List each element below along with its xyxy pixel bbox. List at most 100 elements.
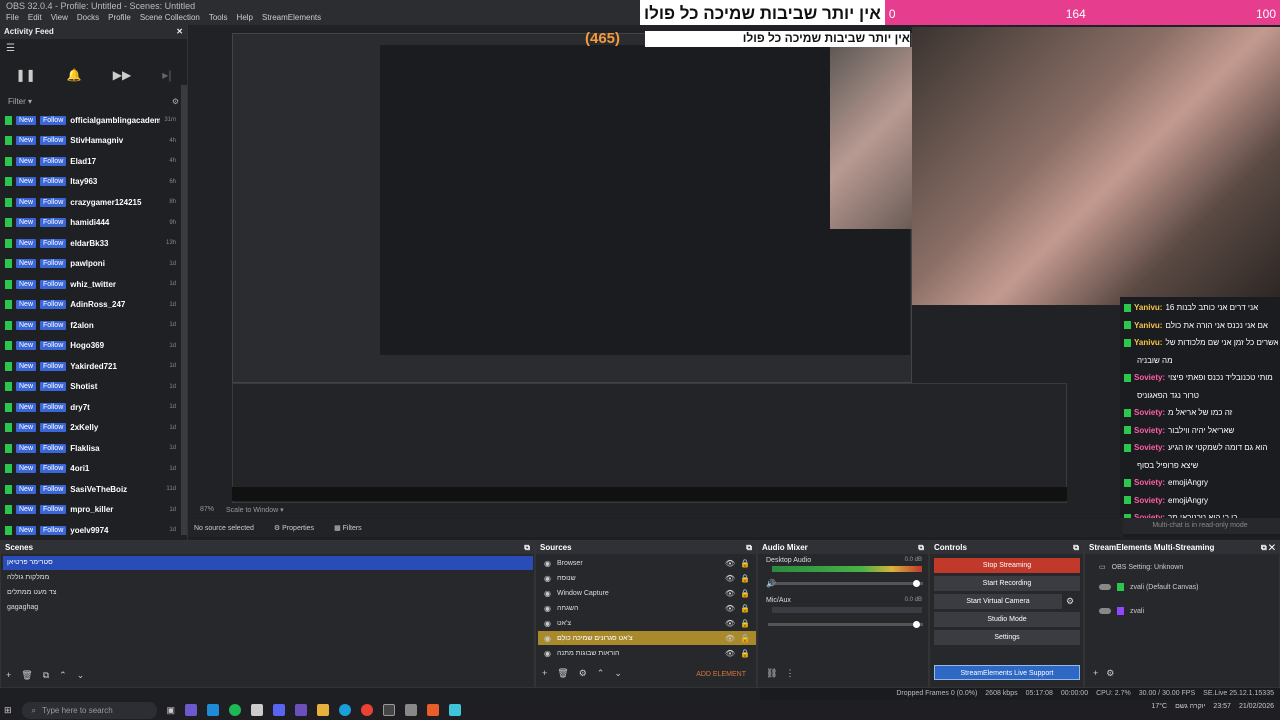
scene-item[interactable]: gagaghag	[3, 601, 533, 615]
source-item[interactable]: ◉ Browser 👁 🔒	[538, 556, 756, 570]
feed-item[interactable]: New Follow mpro_killer 1d	[0, 501, 182, 519]
app-icon[interactable]	[295, 704, 308, 716]
lock-icon[interactable]: 🔒	[735, 604, 750, 613]
feed-item[interactable]: New Follow officialgamblingacademy 31m	[0, 111, 182, 129]
feed-item[interactable]: New Follow crazygamer124215 8h	[0, 193, 182, 211]
menu-help[interactable]: Help	[237, 13, 253, 24]
eye-icon[interactable]: 👁	[725, 604, 735, 613]
feed-item[interactable]: New Follow Yakirded721 1d	[0, 357, 182, 375]
menu-tools[interactable]: Tools	[209, 13, 228, 24]
close-icon[interactable]: ⧉ ✕	[1261, 543, 1275, 552]
taskbar-search[interactable]: ⌕ Type here to search	[21, 701, 157, 719]
feed-item[interactable]: New Follow 2xKelly 1d	[0, 419, 182, 437]
source-item[interactable]: ◉ שנוסח 👁 🔒	[538, 571, 756, 585]
chat-user[interactable]: Sovietу:	[1134, 426, 1165, 435]
eye-icon[interactable]: 👁	[725, 574, 735, 583]
volume-knob-mic[interactable]	[913, 621, 920, 628]
chat-user[interactable]: Yanivu:	[1134, 338, 1162, 347]
filter-dropdown[interactable]: Filter ▾	[8, 97, 32, 107]
chat-user[interactable]: Sovietу:	[1134, 443, 1165, 452]
dock-undock-icon[interactable]: ⧉	[524, 543, 530, 552]
toggle[interactable]	[1099, 608, 1111, 614]
edge-icon[interactable]	[339, 704, 352, 716]
feed-item[interactable]: New Follow eldarBk33 13h	[0, 234, 182, 252]
lock-icon[interactable]: 🔒	[735, 574, 750, 583]
eye-icon[interactable]: 👁	[725, 619, 735, 628]
pause-icon[interactable]: ❚❚	[16, 68, 36, 82]
menu-streamelements[interactable]: StreamElements	[262, 13, 321, 24]
steam-icon[interactable]	[207, 704, 220, 716]
volume-slider-desktop[interactable]	[768, 582, 923, 585]
filter-icon[interactable]: ⧉	[43, 670, 49, 681]
app-icon[interactable]	[427, 704, 440, 716]
feed-item[interactable]: New Follow StivHamagniv 4h	[0, 132, 182, 150]
properties-button[interactable]: ⚙ Properties	[274, 524, 314, 532]
spotify-icon[interactable]	[229, 704, 242, 716]
menu-view[interactable]: View	[51, 13, 68, 24]
source-item[interactable]: ◉ הוראות שבוגות מתנה 👁 🔒	[538, 646, 756, 660]
dock-undock-icon[interactable]: ⧉	[918, 543, 924, 552]
discord-icon[interactable]	[273, 704, 286, 716]
lock-icon[interactable]: 🔒	[735, 649, 750, 658]
volume-knob-desktop[interactable]	[913, 580, 920, 587]
feed-item[interactable]: New Follow hamidi444 9h	[0, 214, 182, 232]
close-icon[interactable]: ✕	[176, 27, 183, 37]
chat-user[interactable]: Yanivu:	[1134, 303, 1162, 312]
source-item[interactable]: ◉ Window Capture 👁 🔒	[538, 586, 756, 600]
scene-item[interactable]: סטרימר פרטיאן	[3, 556, 533, 570]
start-recording-button[interactable]: Start Recording	[934, 576, 1080, 591]
feed-item[interactable]: New Follow Itay963 6h	[0, 173, 182, 191]
windows-start-icon[interactable]: ⊞	[4, 705, 12, 716]
volume-slider-mic[interactable]	[768, 623, 923, 626]
obs-icon[interactable]	[383, 704, 396, 716]
lock-icon[interactable]: 🔒	[735, 619, 750, 628]
chat-user[interactable]: Sovietу:	[1134, 496, 1165, 505]
feed-item[interactable]: New Follow whiz_twitter 1d	[0, 275, 182, 293]
eye-icon[interactable]: 👁	[725, 589, 735, 598]
more-icon[interactable]: ⋮	[785, 668, 794, 679]
lock-icon[interactable]: 🔒	[735, 589, 750, 598]
chrome-icon[interactable]	[361, 704, 374, 716]
skip-end-icon[interactable]: ▸|	[162, 68, 171, 82]
scene-item[interactable]: צד מעט ממתלים	[3, 586, 533, 600]
start-virtual-camera-button[interactable]: Start Virtual Camera	[934, 594, 1062, 609]
lock-icon[interactable]: 🔒	[735, 559, 750, 568]
add-icon[interactable]: +	[6, 670, 11, 681]
menu-docks[interactable]: Docks	[77, 13, 99, 24]
source-item[interactable]: ◉ צ'אט סגרונים שמיכה כולם 👁 🔒	[538, 631, 756, 645]
zoom-level[interactable]: 87%	[200, 506, 214, 514]
feed-item[interactable]: New Follow yoelv9974 1d	[0, 521, 182, 539]
feed-item[interactable]: New Follow dry7t 1d	[0, 398, 182, 416]
toggle[interactable]	[1099, 584, 1111, 590]
settings-button[interactable]: Settings	[934, 630, 1080, 645]
dock-undock-icon[interactable]: ⧉	[746, 543, 752, 552]
lock-icon[interactable]: 🔒	[735, 634, 750, 643]
scene-item[interactable]: ממלקות גוללה	[3, 571, 533, 585]
eye-icon[interactable]: 👁	[725, 649, 735, 658]
feed-item[interactable]: New Follow SasiVeTheBoiz 11d	[0, 480, 182, 498]
gear-icon[interactable]: ⚙	[1066, 596, 1074, 607]
stop-streaming-button[interactable]: Stop Streaming	[934, 558, 1080, 573]
up-icon[interactable]: ⌃	[59, 670, 67, 681]
studio-mode-button[interactable]: Studio Mode	[934, 612, 1080, 627]
app-icon[interactable]	[185, 704, 198, 716]
app-icon[interactable]	[405, 704, 418, 716]
filters-button[interactable]: ▦ Filters	[334, 524, 362, 532]
menu-profile[interactable]: Profile	[108, 13, 131, 24]
dock-undock-icon[interactable]: ⧉	[1073, 543, 1079, 552]
feed-item[interactable]: New Follow Elad17 4h	[0, 152, 182, 170]
feed-item[interactable]: New Follow pawlponi 1d	[0, 255, 182, 273]
menu-file[interactable]: File	[6, 13, 19, 24]
add-icon[interactable]: +	[1093, 668, 1098, 679]
source-item[interactable]: ◉ השגחה 👁 🔒	[538, 601, 756, 615]
bell-icon[interactable]: 🔔	[67, 68, 82, 82]
source-item[interactable]: ◉ צ'אט 👁 🔒	[538, 616, 756, 630]
down-icon[interactable]: ⌄	[77, 670, 85, 681]
app-icon[interactable]	[449, 704, 462, 716]
scale-select[interactable]: Scale to Window ▾	[226, 506, 284, 514]
feed-item[interactable]: New Follow AdinRoss_247 1d	[0, 296, 182, 314]
chat-user[interactable]: Yanivu:	[1134, 321, 1162, 330]
menu-icon[interactable]: ☰	[6, 43, 15, 54]
feed-item[interactable]: New Follow 4ori1 1d	[0, 460, 182, 478]
speaker-icon[interactable]: 🔊	[766, 579, 776, 588]
